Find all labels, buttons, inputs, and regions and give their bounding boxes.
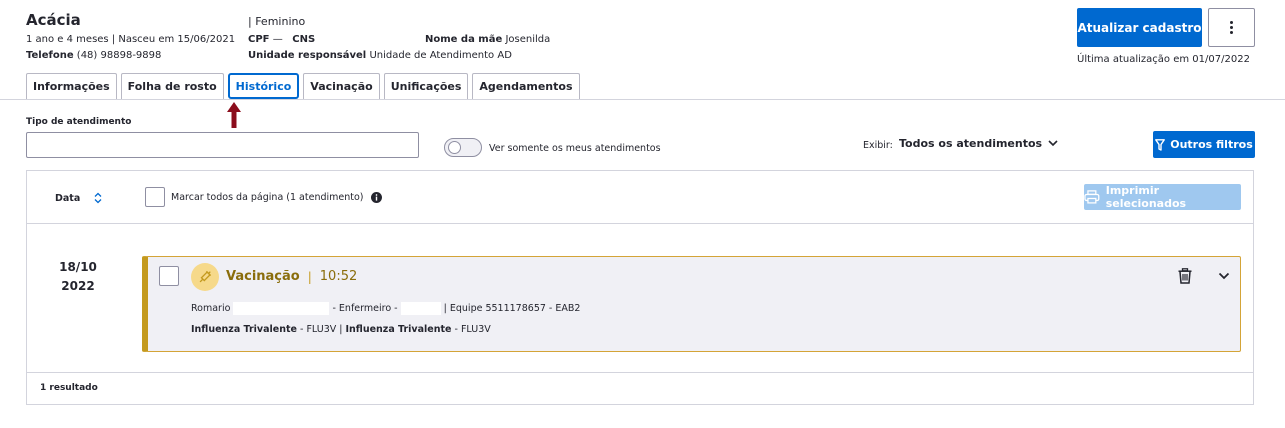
tab-historico[interactable]: Histórico bbox=[227, 73, 300, 99]
unit-value: Unidade de Atendimento AD bbox=[369, 50, 512, 61]
up-arrow-marker-icon bbox=[227, 102, 241, 128]
my-appointments-toggle[interactable] bbox=[444, 138, 482, 157]
professional-team: | Equipe 5511178657 - EAB2 bbox=[443, 303, 581, 314]
vaccine-1-code: - FLU3V | bbox=[300, 324, 343, 335]
phone-label: Telefone bbox=[26, 50, 74, 61]
expand-chevron-down-icon[interactable] bbox=[1218, 272, 1230, 280]
tab-agendamentos[interactable]: Agendamentos bbox=[472, 73, 580, 99]
show-dropdown[interactable]: Todos os atendimentos bbox=[899, 137, 1058, 150]
result-count: 1 resultado bbox=[40, 383, 98, 393]
filter-icon bbox=[1155, 138, 1166, 151]
patient-age-birth: 1 ano e 4 meses | Nasceu em 15/06/2021 bbox=[26, 34, 236, 45]
patient-tabs: Informações Folha de rosto Histórico Vac… bbox=[26, 73, 580, 99]
title-separator: | bbox=[307, 269, 312, 284]
patient-sex: | Feminino bbox=[248, 15, 306, 28]
service-type-label: Tipo de atendimento bbox=[26, 117, 132, 127]
print-selected-button[interactable]: Imprimir selecionados bbox=[1084, 184, 1241, 210]
other-filters-label: Outros filtros bbox=[1170, 138, 1253, 151]
patient-mother: Nome da mãe Josenilda bbox=[425, 34, 550, 45]
cpf-label: CPF bbox=[248, 34, 270, 45]
record-date: 18/10 2022 bbox=[48, 258, 108, 296]
cns-label: CNS bbox=[292, 34, 316, 45]
select-all-label: Marcar todos da página (1 atendimento) bbox=[171, 192, 364, 203]
tab-folha-de-rosto[interactable]: Folha de rosto bbox=[120, 73, 224, 99]
service-type-input[interactable] bbox=[26, 132, 419, 158]
sort-icon bbox=[94, 192, 102, 204]
tab-informacoes[interactable]: Informações bbox=[26, 73, 117, 99]
table-header-divider bbox=[26, 223, 1254, 224]
vaccine-2-name: Influenza Trivalente bbox=[345, 324, 452, 335]
select-all-checkbox[interactable] bbox=[145, 187, 165, 207]
other-filters-button[interactable]: Outros filtros bbox=[1153, 131, 1255, 158]
update-registration-button[interactable]: Atualizar cadastro bbox=[1077, 8, 1202, 47]
table-footer-divider bbox=[26, 372, 1254, 373]
show-dropdown-value: Todos os atendimentos bbox=[899, 137, 1043, 150]
syringe-icon bbox=[199, 270, 212, 283]
tabs-divider bbox=[0, 99, 1285, 100]
redacted-block bbox=[233, 302, 330, 315]
trash-icon[interactable] bbox=[1178, 268, 1192, 284]
toggle-knob bbox=[448, 141, 461, 154]
professional-name: Romario bbox=[191, 303, 231, 314]
patient-name: Acácia bbox=[26, 11, 81, 29]
record-professional-line: Romario - Enfermeiro - | Equipe 55111786… bbox=[191, 302, 580, 315]
info-icon[interactable] bbox=[371, 192, 382, 203]
date-sort-header[interactable]: Data bbox=[55, 192, 102, 204]
record-year: 2022 bbox=[61, 279, 95, 293]
vaccine-2-code: - FLU3V bbox=[454, 324, 491, 335]
tab-unificacoes[interactable]: Unificações bbox=[383, 73, 469, 99]
print-selected-label: Imprimir selecionados bbox=[1105, 184, 1187, 210]
patient-phone: Telefone (48) 98898-9898 bbox=[26, 50, 161, 61]
unit-label: Unidade responsável bbox=[248, 50, 367, 61]
mother-value: Josenilda bbox=[505, 34, 551, 45]
record-title: Vacinação | 10:52 bbox=[226, 269, 357, 284]
phone-value: (48) 98898-9898 bbox=[76, 50, 162, 61]
my-appointments-label: Ver somente os meus atendimentos bbox=[489, 143, 661, 154]
record-vaccines-line: Influenza Trivalente - FLU3V | Influenza… bbox=[191, 324, 491, 335]
show-label: Exibir: bbox=[863, 140, 893, 151]
date-header-label: Data bbox=[55, 192, 81, 204]
chevron-down-icon bbox=[1048, 140, 1058, 147]
vaccine-1-name: Influenza Trivalente bbox=[191, 324, 297, 335]
record-day-month: 18/10 bbox=[59, 260, 97, 274]
kebab-menu-icon bbox=[1230, 21, 1233, 34]
tab-vacinacao[interactable]: Vacinação bbox=[303, 73, 380, 99]
mother-label: Nome da mãe bbox=[425, 34, 503, 45]
record-checkbox[interactable] bbox=[159, 266, 179, 286]
record-type: Vacinação bbox=[226, 269, 300, 284]
cpf-value: — bbox=[272, 34, 283, 45]
patient-cpf-cns: CPF — CNS bbox=[248, 34, 315, 45]
patient-unit: Unidade responsável Unidade de Atendimen… bbox=[248, 50, 512, 61]
printer-icon bbox=[1084, 190, 1100, 204]
record-time: 10:52 bbox=[319, 269, 358, 284]
last-update-text: Última atualização em 01/07/2022 bbox=[1077, 54, 1250, 65]
vaccine-badge bbox=[191, 263, 219, 291]
more-options-button[interactable] bbox=[1208, 8, 1255, 47]
professional-role: - Enfermeiro - bbox=[332, 303, 398, 314]
redacted-block bbox=[400, 302, 441, 315]
